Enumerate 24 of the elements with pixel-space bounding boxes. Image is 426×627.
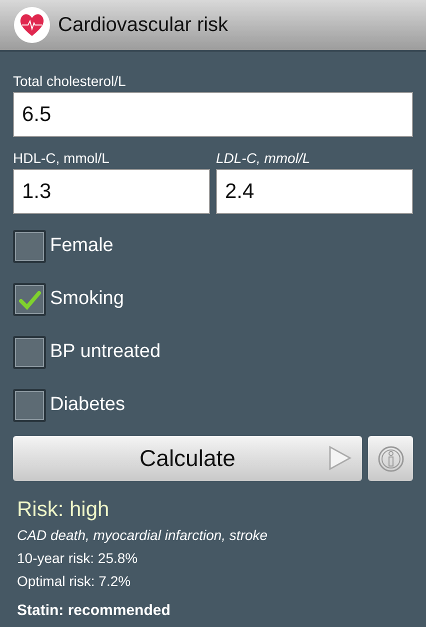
input-field[interactable]: 2.4: [216, 169, 413, 214]
checkbox-label[interactable]: Female: [50, 232, 114, 261]
field-label: HDL-C, mmol/L: [13, 151, 110, 165]
checkbox[interactable]: [13, 389, 46, 422]
checkbox[interactable]: [13, 283, 46, 316]
outcomes-text: CAD death, myocardial infarction, stroke: [17, 526, 269, 546]
field-label: Total cholesterol/L: [13, 74, 127, 88]
checkbox-label[interactable]: BP untreated: [50, 338, 161, 367]
field-label: LDL-C, mmol/L: [216, 151, 312, 165]
checkbox[interactable]: [13, 336, 46, 369]
risk-level: Risk: high: [17, 497, 110, 523]
input-field[interactable]: 1.3: [13, 169, 210, 214]
info-button[interactable]: [368, 436, 413, 481]
optimal-risk: Optimal risk: 7.2%: [17, 572, 132, 592]
calculate-button[interactable]: Calculate: [13, 436, 362, 481]
info-icon: [378, 446, 404, 472]
checkbox-label[interactable]: Smoking: [50, 285, 124, 314]
input-field[interactable]: 6.5: [13, 92, 413, 137]
play-icon: [328, 445, 352, 471]
checkbox-label[interactable]: Diabetes: [50, 391, 125, 420]
app-title: Cardiovascular risk: [58, 13, 228, 38]
statin-recommendation: Statin: recommended: [17, 601, 172, 622]
checkbox[interactable]: [13, 230, 46, 263]
ten-year-risk: 10-year risk: 25.8%: [17, 549, 139, 568]
